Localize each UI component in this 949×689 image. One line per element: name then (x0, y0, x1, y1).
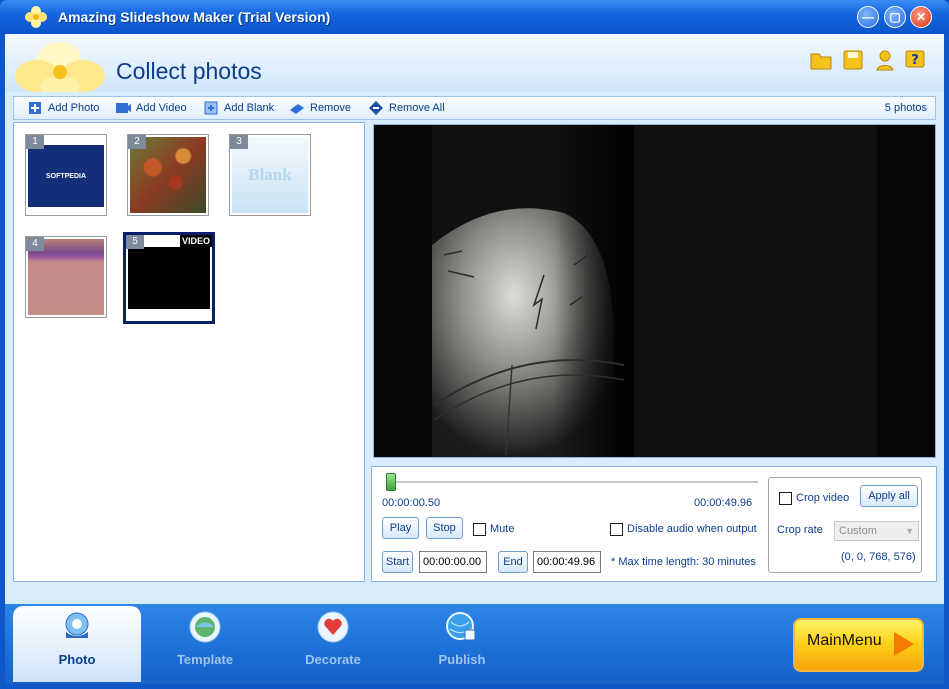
photo-tab-icon (65, 612, 89, 638)
tab-publish-label: Publish (438, 652, 486, 667)
remove-all-icon (369, 101, 383, 115)
tab-decorate-label: Decorate (305, 652, 361, 667)
main-menu-button[interactable]: MainMenu (793, 618, 924, 672)
start-button[interactable]: Start (382, 551, 413, 573)
video-badge: VIDEO (179, 235, 212, 247)
crop-rate-value: Custom (839, 525, 877, 537)
softpedia-text: SOFTPEDIA (45, 172, 87, 180)
mute-checkbox[interactable] (473, 523, 486, 536)
folder-icon[interactable] (809, 48, 833, 72)
thumbnail-number: 5 (126, 235, 144, 249)
end-button[interactable]: End (498, 551, 528, 573)
blank-text: Blank (248, 165, 292, 184)
template-tab-icon (189, 611, 221, 643)
flower-logo-icon (15, 42, 105, 92)
svg-text:?: ? (911, 53, 919, 68)
arrow-right-icon (894, 632, 914, 656)
add-video-label: Add Video (136, 102, 187, 114)
decorate-tab-icon (317, 611, 349, 643)
publish-tab-icon (446, 612, 476, 641)
tab-publish[interactable]: Publish (398, 606, 526, 682)
main-menu-label: MainMenu (807, 632, 882, 649)
minimize-button[interactable]: — (857, 6, 879, 28)
close-button[interactable]: ✕ (910, 6, 932, 28)
remove-all-label: Remove All (389, 102, 445, 114)
thumbnail-number: 1 (26, 135, 44, 149)
tab-decorate[interactable]: Decorate (269, 606, 397, 682)
user-icon[interactable] (873, 48, 897, 72)
tab-photo-label: Photo (58, 652, 96, 667)
crop-rate-label: Crop rate (777, 524, 823, 536)
video-frame-image (128, 247, 210, 309)
maximize-button[interactable]: ▢ (884, 6, 906, 28)
thumbnail-number: 3 (230, 135, 248, 149)
photo-count: 5 photos (884, 102, 927, 114)
total-time: 00:00:49.96 (694, 497, 753, 509)
max-time-note: * Max time length: 30 minutes (611, 556, 756, 568)
play-button[interactable]: Play (382, 517, 419, 539)
chevron-down-icon: ▼ (905, 526, 914, 536)
close-icon: ✕ (915, 10, 927, 24)
add-blank-icon (204, 101, 218, 115)
preview-frame-image (374, 125, 935, 457)
title-bar: Amazing Slideshow Maker (Trial Version) … (0, 0, 949, 34)
page-header: Collect photos ? (5, 34, 944, 92)
tab-template-label: Template (176, 652, 234, 667)
timeline-slider[interactable] (386, 481, 758, 484)
maximize-icon: ▢ (889, 10, 901, 24)
mute-label: Mute (490, 523, 515, 535)
crop-video-label: Crop video (796, 492, 850, 504)
disable-audio-label: Disable audio when output (627, 523, 757, 535)
add-photo-icon (29, 102, 41, 114)
softpedia-image: SOFTPEDIA (28, 145, 104, 207)
thumbnail-1[interactable]: 1 SOFTPEDIA (25, 134, 107, 216)
minimize-icon: — (862, 10, 874, 24)
page-title: Collect photos (116, 58, 262, 84)
window-title: Amazing Slideshow Maker (Trial Version) (58, 9, 331, 25)
end-time-input[interactable]: 00:00:49.96 (533, 551, 601, 573)
remove-icon (290, 104, 304, 114)
tab-photo[interactable]: Photo (13, 606, 141, 682)
help-icon[interactable]: ? (903, 48, 927, 72)
thumbnail-number: 4 (26, 237, 44, 251)
save-icon[interactable] (841, 48, 865, 72)
crop-rect-value: (0, 0, 768, 576) (841, 551, 916, 563)
disable-audio-checkbox[interactable] (610, 523, 623, 536)
add-blank-label: Add Blank (224, 102, 275, 114)
add-photo-button[interactable]: Add Photo (26, 100, 99, 116)
add-blank-button[interactable]: Add Blank (202, 100, 274, 116)
current-time: 00:00:00.50 (382, 497, 441, 509)
apply-all-button[interactable]: Apply all (860, 485, 918, 507)
playback-controls: 00:00:00.50 00:00:49.96 Play Stop Mute D… (371, 466, 937, 582)
tab-template[interactable]: Template (141, 606, 269, 682)
video-preview (373, 124, 936, 458)
stop-button[interactable]: Stop (426, 517, 463, 539)
remove-button[interactable]: Remove (288, 100, 351, 116)
add-video-icon (116, 103, 131, 113)
add-video-button[interactable]: Add Video (114, 100, 187, 116)
photo-list: 1 SOFTPEDIA 2 3 Blank 4 5 VIDEO (13, 122, 365, 582)
start-time-input[interactable]: 00:00:00.00 (419, 551, 487, 573)
timeline-slider-handle[interactable] (385, 473, 396, 491)
remove-all-button[interactable]: Remove All (367, 100, 445, 116)
bottom-navigation: Photo Template Decorate Publish MainMenu (5, 604, 944, 684)
add-photo-label: Add Photo (48, 102, 100, 114)
app-logo-icon (25, 6, 47, 28)
thumbnail-4[interactable]: 4 (25, 236, 107, 318)
remove-label: Remove (310, 102, 351, 114)
crop-rate-select[interactable]: Custom ▼ (834, 521, 919, 541)
thumbnail-3[interactable]: 3 Blank (229, 134, 311, 216)
crop-video-checkbox[interactable] (779, 492, 792, 505)
photo-toolbar: Add Photo Add Video Add Blank Remove Rem… (13, 96, 936, 120)
thumbnail-5[interactable]: 5 VIDEO (123, 232, 215, 324)
client-area: Collect photos ? Add Photo Add Video Add… (5, 34, 944, 684)
crop-panel: Crop video Apply all Crop rate Custom ▼ … (768, 477, 922, 573)
thumbnail-2[interactable]: 2 (127, 134, 209, 216)
thumbnail-number: 2 (128, 135, 146, 149)
